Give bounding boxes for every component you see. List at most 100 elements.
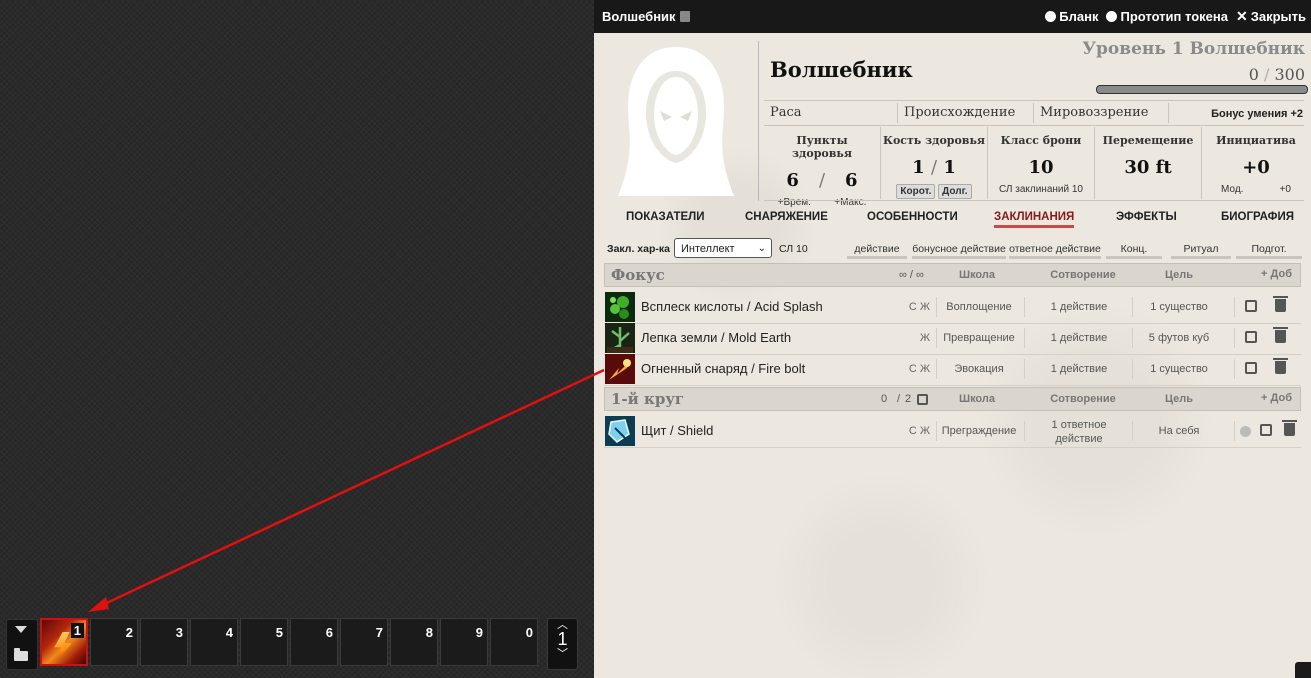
- short-rest-button[interactable]: Корот.: [896, 184, 936, 199]
- filter-bonus-action[interactable]: бонусное действие: [912, 239, 1006, 259]
- speed-value[interactable]: 30 ft: [1096, 157, 1200, 178]
- gear-icon: [1045, 11, 1057, 22]
- background-field[interactable]: Происхождение: [904, 105, 1015, 120]
- xp-current[interactable]: 0: [1249, 65, 1259, 84]
- race-field[interactable]: Раса: [770, 105, 802, 120]
- hotbar-slot-2[interactable]: 2: [90, 618, 138, 666]
- hotbar-slot-1[interactable]: 1: [40, 618, 88, 666]
- close-button[interactable]: ✕ Закрыть: [1236, 8, 1306, 25]
- slots-current[interactable]: 0: [881, 393, 887, 405]
- spell-ability-select[interactable]: Интеллект ⌄: [674, 238, 772, 258]
- sheet-config-label: Бланк: [1059, 9, 1099, 24]
- chevron-down-icon[interactable]: ﹀: [548, 648, 577, 659]
- ac-value[interactable]: 10: [989, 157, 1093, 178]
- prepared-toggle[interactable]: [1240, 426, 1251, 437]
- edit-icon[interactable]: [1260, 424, 1272, 436]
- hotbar-slot-3[interactable]: 3: [140, 618, 188, 666]
- filter-action[interactable]: действие: [847, 239, 907, 259]
- hotbar-page-number: 1: [557, 629, 568, 649]
- sheet-config-button[interactable]: Бланк: [1045, 8, 1098, 25]
- add-spell-button[interactable]: + Доб: [1261, 268, 1292, 280]
- user-circle-icon: [1106, 11, 1118, 22]
- spell-components: С Ж: [908, 425, 930, 437]
- long-rest-button[interactable]: Долг.: [938, 184, 972, 199]
- tab-spellbook[interactable]: ЗАКЛИНАНИЯ: [994, 211, 1075, 228]
- hp-block: Пункты здоровья 6 / 6 +Врем. +Макс.: [766, 127, 878, 208]
- filter-prepared[interactable]: Подгот.: [1236, 239, 1302, 259]
- hp-current[interactable]: 6: [786, 170, 799, 191]
- acid-splash-icon[interactable]: [605, 292, 635, 322]
- slot-number: 7: [375, 625, 383, 640]
- tab-effects[interactable]: ЭФФЕКТЫ: [1116, 211, 1177, 223]
- spell-school: Преграждение: [941, 425, 1017, 437]
- tab-inventory[interactable]: СНАРЯЖЕНИЕ: [745, 211, 828, 223]
- initiative-mod-value[interactable]: +0: [1280, 184, 1291, 195]
- slots-separator: /: [897, 393, 901, 405]
- spell-name: Огненный снаряд / Fire bolt: [641, 361, 806, 376]
- character-sheet-window: Волшебник Бланк Прототип токена ✕ Закрыт…: [594, 0, 1311, 678]
- shield-spell-icon[interactable]: [605, 416, 635, 446]
- hotbar-controls[interactable]: [6, 619, 38, 670]
- tab-attributes[interactable]: ПОКАЗАТЕЛИ: [626, 211, 705, 223]
- spell-row[interactable]: Лепка земли / Mold Earth Ж Превращение 1…: [604, 323, 1301, 355]
- hotbar-slot-5[interactable]: 5: [240, 618, 288, 666]
- character-name[interactable]: Волшебник: [770, 57, 913, 82]
- alignment-field[interactable]: Мировоззрение: [1040, 105, 1149, 120]
- hp-max[interactable]: 6: [845, 170, 858, 191]
- game-canvas[interactable]: [0, 0, 594, 678]
- initiative-value: +0: [1242, 157, 1270, 178]
- spell-target: 5 футов куб: [1148, 332, 1210, 344]
- hit-dice-current: 1: [912, 157, 925, 178]
- hp-separator: /: [818, 170, 826, 191]
- add-spell-button[interactable]: + Доб: [1261, 392, 1292, 404]
- tab-biography[interactable]: БИОГРАФИЯ: [1221, 211, 1294, 223]
- hit-dice-label: Кость здоровья: [882, 134, 986, 147]
- trash-icon[interactable]: [1273, 327, 1288, 343]
- spell-row[interactable]: Огненный снаряд / Fire bolt С Ж Эвокация…: [604, 354, 1301, 386]
- chevron-down-icon[interactable]: [15, 626, 27, 633]
- spell-row[interactable]: Щит / Shield С Ж Преграждение 1 ответное…: [604, 416, 1301, 448]
- window-title: Волшебник: [602, 9, 676, 24]
- hotbar-page-control: ︿ 1 ﹀: [547, 618, 578, 670]
- edit-icon[interactable]: [1245, 362, 1257, 374]
- spell-target: На себя: [1158, 425, 1200, 437]
- slot-number: 4: [225, 625, 233, 640]
- spell-filters: Закл. хар-ка Интеллект ⌄ СЛ 10 действие …: [594, 237, 1311, 261]
- tab-features[interactable]: ОСОБЕННОСТИ: [867, 211, 958, 223]
- mold-earth-icon[interactable]: [605, 323, 635, 353]
- prototype-token-label: Прототип токена: [1120, 9, 1228, 24]
- edit-icon[interactable]: [1245, 331, 1257, 343]
- column-casting: Сотворение: [1050, 269, 1116, 281]
- trash-icon[interactable]: [1282, 420, 1297, 436]
- filter-reaction[interactable]: ответное действие: [1009, 239, 1101, 259]
- section-title: 1-й круг: [611, 390, 685, 408]
- trash-icon[interactable]: [1273, 296, 1288, 312]
- fire-bolt-icon[interactable]: [605, 354, 635, 384]
- character-portrait[interactable]: [606, 41, 746, 196]
- sheet-tabs: ПОКАЗАТЕЛИ СНАРЯЖЕНИЕ ОСОБЕННОСТИ ЗАКЛИН…: [594, 203, 1311, 233]
- hotbar-slot-9[interactable]: 9: [440, 618, 488, 666]
- window-titlebar[interactable]: Волшебник Бланк Прототип токена ✕ Закрыт…: [594, 0, 1311, 33]
- folder-icon[interactable]: [14, 648, 28, 661]
- hotbar-slot-7[interactable]: 7: [340, 618, 388, 666]
- filter-ritual[interactable]: Ритуал: [1171, 239, 1231, 259]
- spell-target: 1 существо: [1150, 363, 1208, 375]
- trash-icon[interactable]: [1273, 358, 1288, 374]
- sheet-body: Волшебник Уровень 1 Волшебник 0 / 300 Ра…: [594, 33, 1311, 678]
- section-slots: ∞ / ∞: [899, 269, 924, 281]
- edit-icon[interactable]: [917, 394, 928, 405]
- journal-icon[interactable]: [679, 11, 690, 22]
- hotbar-slot-0[interactable]: 0: [490, 618, 538, 666]
- prototype-token-button[interactable]: Прототип токена: [1106, 8, 1228, 25]
- edit-icon[interactable]: [1245, 300, 1257, 312]
- spell-row[interactable]: Всплеск кислоты / Acid Splash С Ж Воплощ…: [604, 292, 1301, 324]
- initiative-label[interactable]: Инициатива: [1203, 134, 1309, 147]
- hotbar-slot-6[interactable]: 6: [290, 618, 338, 666]
- spell-name: Лепка земли / Mold Earth: [641, 330, 792, 345]
- initiative-mod-label: Мод.: [1221, 184, 1244, 195]
- close-icon: ✕: [1235, 8, 1248, 24]
- resize-handle-icon[interactable]: [1295, 662, 1311, 678]
- hotbar-slot-4[interactable]: 4: [190, 618, 238, 666]
- hotbar-slot-8[interactable]: 8: [390, 618, 438, 666]
- filter-concentration[interactable]: Конц.: [1106, 239, 1162, 259]
